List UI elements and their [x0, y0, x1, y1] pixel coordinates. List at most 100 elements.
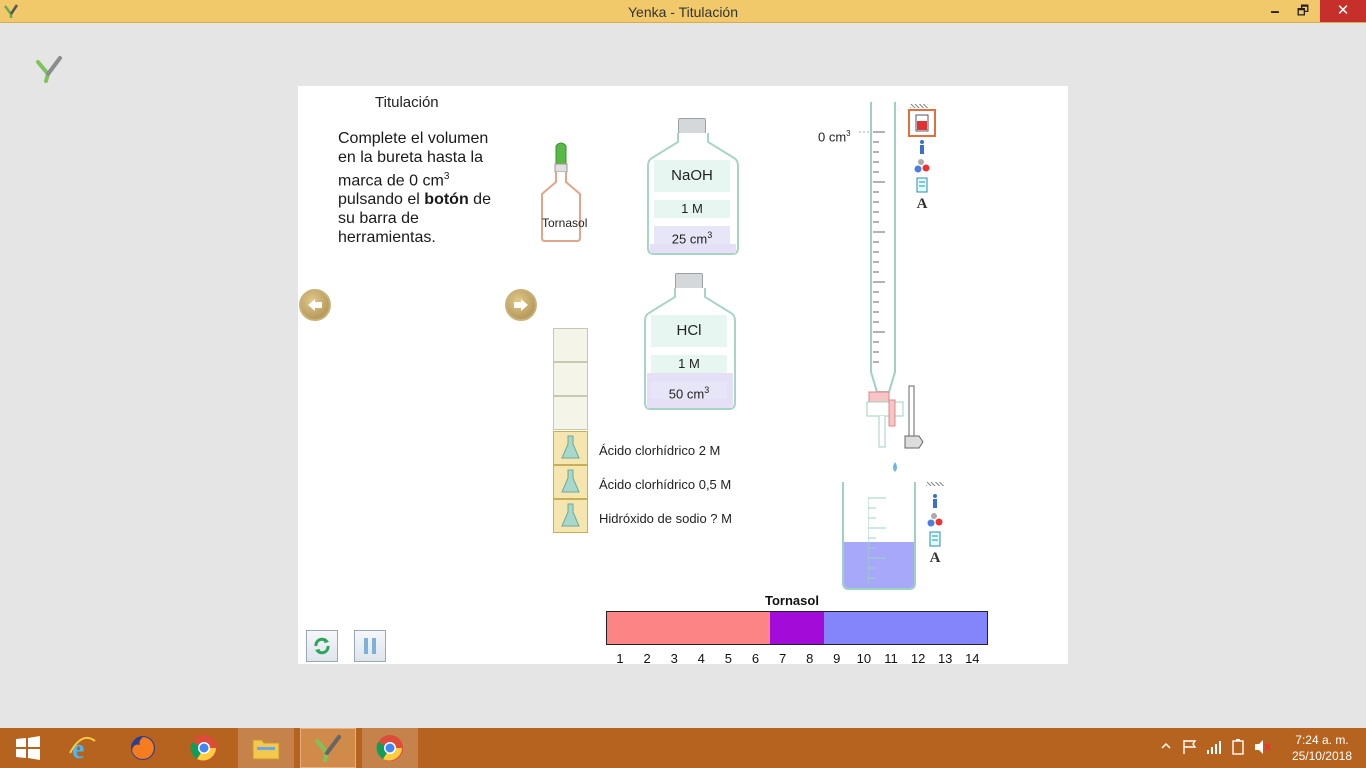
indicator-scale-title: Tornasol: [765, 593, 819, 608]
folder-icon: [252, 739, 280, 760]
indicator-scale-number: 12: [910, 651, 926, 666]
info-button[interactable]: [913, 138, 931, 156]
beaker-toolbar: A: [926, 482, 948, 572]
container-button[interactable]: [913, 176, 931, 194]
indicator-scale-numbers: 1 2 3 4 5 6 7 8 9 10 11 12 13 14: [606, 651, 988, 666]
beaker-graduation: [868, 497, 886, 584]
chrome-icon: [190, 735, 217, 761]
close-button[interactable]: ✕: [1320, 0, 1366, 22]
network-status[interactable]: [1206, 739, 1222, 768]
internet-explorer-icon: e: [69, 734, 96, 763]
beaker-icon: [916, 177, 928, 193]
battery-status[interactable]: [1230, 739, 1246, 768]
yenka-app-icon: [315, 735, 341, 762]
firefox-icon: [131, 736, 155, 760]
molecule-icon: [914, 159, 930, 173]
next-page-button[interactable]: [505, 289, 537, 321]
fill-burette-button[interactable]: [908, 109, 936, 137]
bottle-volume-label: 25 cm3: [654, 226, 730, 246]
molecule-icon: [927, 513, 943, 527]
flask-slot[interactable]: [553, 499, 588, 533]
pause-button[interactable]: [354, 630, 386, 662]
page-title: Titulación: [375, 94, 439, 111]
indicator-color-bar: [606, 611, 988, 645]
flask-label: Ácido clorhídrico 0,5 M: [599, 477, 732, 492]
text-label-button[interactable]: A: [926, 549, 944, 567]
previous-page-button[interactable]: [299, 289, 331, 321]
chrome-icon: [376, 735, 403, 761]
beaker-icon: [929, 531, 941, 547]
flask-slot[interactable]: [553, 465, 588, 499]
info-icon: [920, 140, 924, 154]
indicator-scale-number: 1: [616, 651, 624, 666]
taskbar-firefox[interactable]: [115, 728, 171, 768]
base-color-segment: [824, 612, 987, 644]
taskbar-chrome[interactable]: [176, 728, 232, 768]
neutral-color-segment: [770, 612, 824, 644]
taskbar-yenka[interactable]: [300, 728, 356, 768]
window-titlebar: Yenka - Titulación 🗕 🗗 ✕: [0, 0, 1366, 23]
bottle-concentration-label: 1 M: [651, 355, 727, 373]
molecule-button[interactable]: [913, 157, 931, 175]
pause-icon: [364, 638, 376, 654]
clock-date: 25/10/2018: [1291, 749, 1352, 763]
indicator-scale-number: 6: [751, 651, 760, 666]
hcl-bottle[interactable]: HCl 1 M 50 cm3: [643, 273, 737, 411]
maximize-button[interactable]: 🗗: [1288, 0, 1318, 22]
conical-flask-icon: [561, 469, 580, 493]
indicator-scale-number: 5: [724, 651, 732, 666]
windows-logo-icon: [16, 736, 40, 760]
refresh-icon: [314, 637, 330, 655]
empty-slot[interactable]: [553, 328, 588, 362]
container-button[interactable]: [926, 530, 944, 548]
indicator-scale-number: 9: [833, 651, 841, 666]
flask-slot[interactable]: [553, 431, 588, 465]
indicator-scale-number: 7: [778, 651, 787, 666]
naoh-bottle[interactable]: NaOH 1 M 25 cm3: [646, 118, 740, 256]
molecule-button[interactable]: [926, 511, 944, 529]
show-hidden-icons-button[interactable]: [1160, 740, 1172, 768]
indicator-scale-number: 4: [697, 651, 705, 666]
bottle-name-label: HCl: [651, 315, 727, 347]
minimize-button[interactable]: 🗕: [1260, 0, 1290, 22]
window-title: Yenka - Titulación: [628, 4, 738, 20]
conical-flask-icon: [561, 435, 580, 459]
indicator-scale-number: 13: [937, 651, 953, 666]
start-button[interactable]: [0, 728, 56, 768]
bottle-concentration-label: 1 M: [654, 200, 730, 218]
signal-icon: [1207, 741, 1221, 754]
flag-icon: [1183, 740, 1197, 754]
bottle-name-label: NaOH: [654, 160, 730, 192]
indicator-scale-number: 11: [884, 651, 898, 666]
taskbar-internet-explorer[interactable]: e: [54, 728, 110, 768]
taskbar-file-explorer[interactable]: [238, 728, 294, 768]
arrow-left-icon: [308, 299, 322, 311]
bottle-volume-label: 50 cm3: [651, 381, 727, 401]
info-button[interactable]: [926, 492, 944, 510]
taskbar-chrome-2[interactable]: [362, 728, 418, 768]
tornasol-bottle-label: Tornasol: [542, 216, 588, 230]
reset-button[interactable]: [306, 630, 338, 662]
system-clock[interactable]: 7:24 a. m. 25/10/2018: [1292, 732, 1352, 764]
battery-icon: [1232, 739, 1244, 755]
text-label-button[interactable]: A: [913, 195, 931, 213]
toolbar-grip: [910, 104, 928, 108]
indicator-scale-number: 3: [670, 651, 678, 666]
empty-slot[interactable]: [553, 362, 588, 396]
speaker-muted-icon: [1255, 740, 1271, 754]
burette-zero-label: 0 cm3: [818, 129, 851, 145]
action-center-flag[interactable]: [1182, 739, 1198, 768]
arrow-right-icon: [514, 299, 528, 311]
toolbar-grip: [926, 482, 944, 486]
fill-container-icon: [915, 114, 929, 132]
indicator-scale-number: 8: [806, 651, 814, 666]
beaker[interactable]: [842, 482, 916, 590]
volume-status[interactable]: [1254, 739, 1272, 768]
yenka-logo-icon[interactable]: [34, 54, 64, 84]
indicator-scale-number: 10: [856, 651, 872, 666]
indicator-scale-number: 2: [643, 651, 651, 666]
clock-time: 7:24 a. m.: [1295, 733, 1349, 747]
empty-slot[interactable]: [553, 396, 588, 430]
flask-label: Hidróxido de sodio ? M: [599, 511, 732, 526]
conical-flask-icon: [561, 503, 580, 527]
